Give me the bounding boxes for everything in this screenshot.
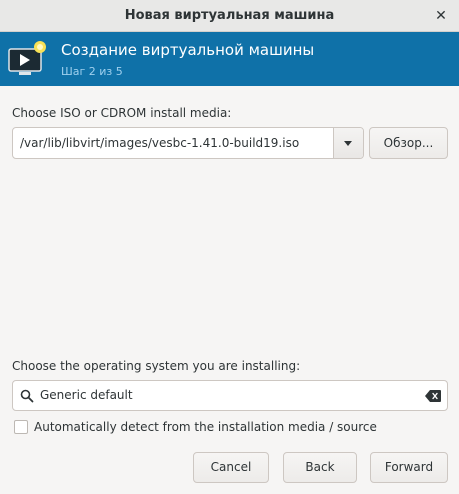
close-icon[interactable]: ✕	[431, 6, 451, 26]
banner-title: Создание виртуальной машины	[61, 41, 315, 59]
os-search-field[interactable]: Generic default	[12, 380, 448, 411]
auto-detect-checkbox[interactable]	[14, 420, 28, 434]
auto-detect-label[interactable]: Automatically detect from the installati…	[34, 420, 377, 434]
monitor-new-icon	[8, 41, 46, 75]
os-search-value[interactable]: Generic default	[40, 381, 133, 410]
media-dropdown-button[interactable]	[334, 128, 363, 158]
install-media-path[interactable]: /var/lib/libvirt/images/vesbc-1.41.0-bui…	[20, 128, 299, 158]
wizard-banner: Создание виртуальной машины Шаг 2 из 5	[0, 32, 459, 86]
clear-icon[interactable]	[425, 390, 441, 402]
browse-button[interactable]: Обзор...	[369, 127, 448, 159]
install-media-label: Choose ISO or CDROM install media:	[12, 106, 232, 120]
window-titlebar: Новая виртуальная машина ✕	[0, 0, 459, 32]
banner-step: Шаг 2 из 5	[61, 65, 123, 78]
window-title: Новая виртуальная машина	[124, 8, 335, 23]
forward-button[interactable]: Forward	[370, 452, 448, 483]
os-select-label: Choose the operating system you are inst…	[12, 359, 301, 373]
chevron-down-icon	[344, 141, 352, 146]
back-button[interactable]: Back	[283, 452, 357, 483]
cancel-button[interactable]: Cancel	[193, 452, 269, 483]
search-icon	[20, 389, 34, 403]
install-media-combo[interactable]: /var/lib/libvirt/images/vesbc-1.41.0-bui…	[12, 127, 364, 159]
